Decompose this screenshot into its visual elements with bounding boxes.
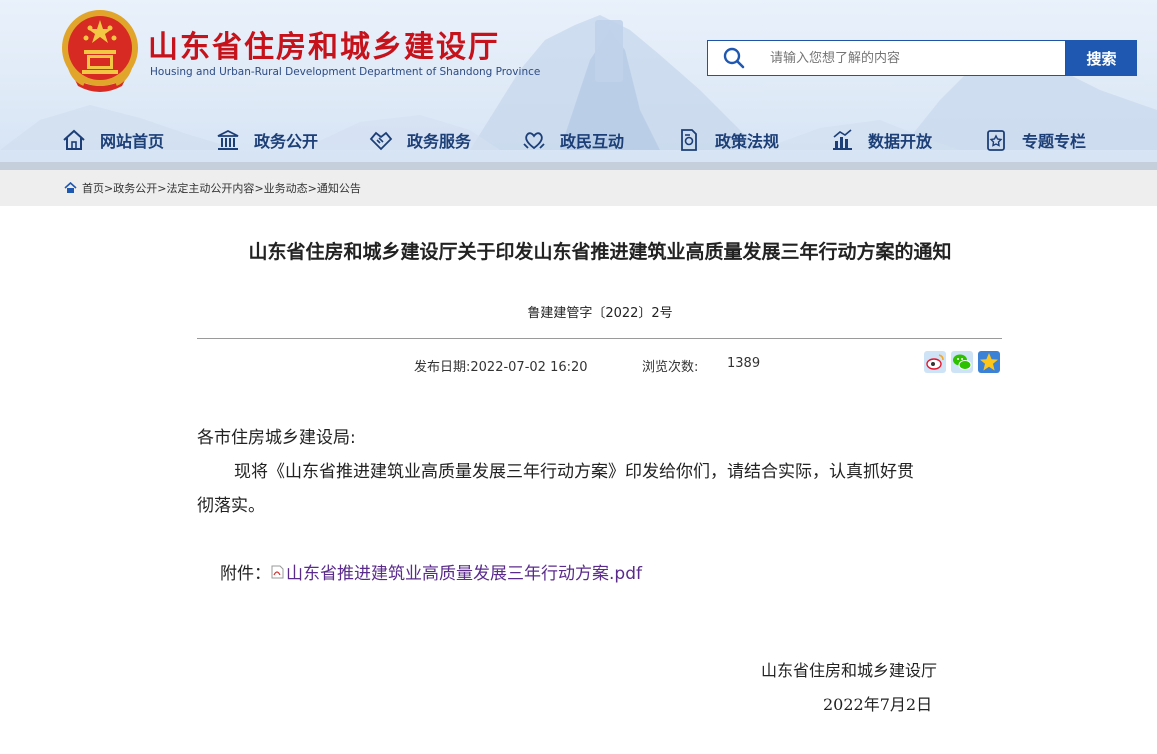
publish-date: 发布日期:2022-07-02 16:20 bbox=[414, 356, 588, 375]
home-icon bbox=[63, 129, 85, 150]
breadcrumb: 首页 > 政务公开 > 法定主动公开内容 > 业务动态 > 通知公告 bbox=[0, 170, 1157, 206]
salutation: 各市住房城乡建设局: bbox=[197, 428, 356, 448]
nav-label: 网站首页 bbox=[100, 132, 165, 151]
view-count-label: 浏览次数: bbox=[642, 360, 699, 375]
attachment: 附件： 山东省推进建筑业高质量发展三年行动方案.pdf bbox=[220, 559, 642, 584]
nav-item-home[interactable]: 网站首页 bbox=[62, 118, 164, 162]
nav-label: 数据开放 bbox=[868, 132, 933, 151]
pdf-file-icon bbox=[271, 565, 284, 578]
signature: 山东省住房和城乡建设厅 bbox=[761, 661, 938, 680]
qzone-star-icon[interactable] bbox=[978, 351, 1000, 373]
nav-item-special-topics[interactable]: 专题专栏 bbox=[984, 118, 1086, 162]
publish-date-value: 2022-07-02 16:20 bbox=[470, 360, 588, 375]
site-header: 山东省住房和城乡建设厅 Housing and Urban-Rural Deve… bbox=[0, 0, 1157, 170]
attachment-label: 附件： bbox=[220, 564, 271, 584]
breadcrumb-item-notices[interactable]: 通知公告 bbox=[317, 180, 361, 196]
nav-label: 政务服务 bbox=[407, 132, 472, 151]
breadcrumb-item-home[interactable]: 首页 bbox=[82, 180, 104, 196]
publish-date-label: 发布日期: bbox=[414, 360, 471, 375]
wechat-icon[interactable] bbox=[951, 351, 973, 373]
attachment-link[interactable]: 山东省推进建筑业高质量发展三年行动方案.pdf bbox=[286, 559, 642, 584]
site-title: 山东省住房和城乡建设厅 bbox=[148, 30, 500, 65]
article-title: 山东省住房和城乡建设厅关于印发山东省推进建筑业高质量发展三年行动方案的通知 bbox=[248, 241, 952, 263]
policy-document-icon bbox=[681, 129, 697, 151]
document-number: 鲁建建管字〔2022〕2号 bbox=[527, 306, 673, 321]
nav-item-public-interaction[interactable]: 政民互动 bbox=[522, 118, 624, 162]
nav-item-government-services[interactable]: 政务服务 bbox=[369, 118, 471, 162]
body-paragraph-line-2: 彻落实。 bbox=[197, 496, 265, 516]
interaction-heart-icon bbox=[523, 132, 545, 150]
breadcrumb-item-statutory-content[interactable]: 法定主动公开内容 bbox=[166, 180, 254, 196]
title-divider bbox=[197, 338, 1002, 339]
header-divider bbox=[0, 162, 1157, 170]
search-icon bbox=[708, 41, 760, 75]
nav-label: 政民互动 bbox=[560, 132, 625, 151]
handshake-icon bbox=[369, 131, 393, 151]
body-paragraph-line-1: 现将《山东省推进建筑业高质量发展三年行动方案》印发给你们，请结合实际，认真抓好贯 bbox=[234, 462, 914, 482]
main-nav: 网站首页 政务公开 政务服务 政民互动 政策法规 数据开放 专题专栏 bbox=[0, 118, 1157, 162]
search-input[interactable] bbox=[760, 43, 1065, 73]
breadcrumb-separator: > bbox=[104, 181, 114, 195]
view-count-value: 1389 bbox=[727, 356, 761, 371]
nav-label: 专题专栏 bbox=[1022, 132, 1087, 151]
special-topic-icon bbox=[987, 130, 1005, 151]
view-count: 浏览次数: bbox=[642, 356, 698, 375]
breadcrumb-separator: > bbox=[254, 181, 264, 195]
data-chart-icon bbox=[833, 129, 852, 150]
search-button[interactable]: 搜索 bbox=[1066, 40, 1137, 76]
weibo-icon[interactable] bbox=[924, 351, 946, 373]
breadcrumb-separator: > bbox=[307, 181, 317, 195]
breadcrumb-item-government-affairs[interactable]: 政务公开 bbox=[113, 180, 157, 196]
nav-item-policies[interactable]: 政策法规 bbox=[677, 118, 779, 162]
government-building-icon bbox=[217, 129, 239, 150]
nav-label: 政策法规 bbox=[715, 132, 780, 151]
breadcrumb-item-business-news[interactable]: 业务动态 bbox=[264, 180, 308, 196]
breadcrumb-separator: > bbox=[157, 181, 167, 195]
search-box bbox=[707, 40, 1066, 76]
nav-label: 政务公开 bbox=[254, 132, 319, 151]
sign-date: 2022年7月2日 bbox=[823, 695, 933, 714]
nav-item-government-affairs[interactable]: 政务公开 bbox=[216, 118, 318, 162]
nav-item-open-data[interactable]: 数据开放 bbox=[830, 118, 932, 162]
national-emblem-logo bbox=[62, 10, 138, 92]
site-subtitle: Housing and Urban-Rural Development Depa… bbox=[150, 66, 541, 78]
breadcrumb-home-icon bbox=[64, 182, 77, 193]
